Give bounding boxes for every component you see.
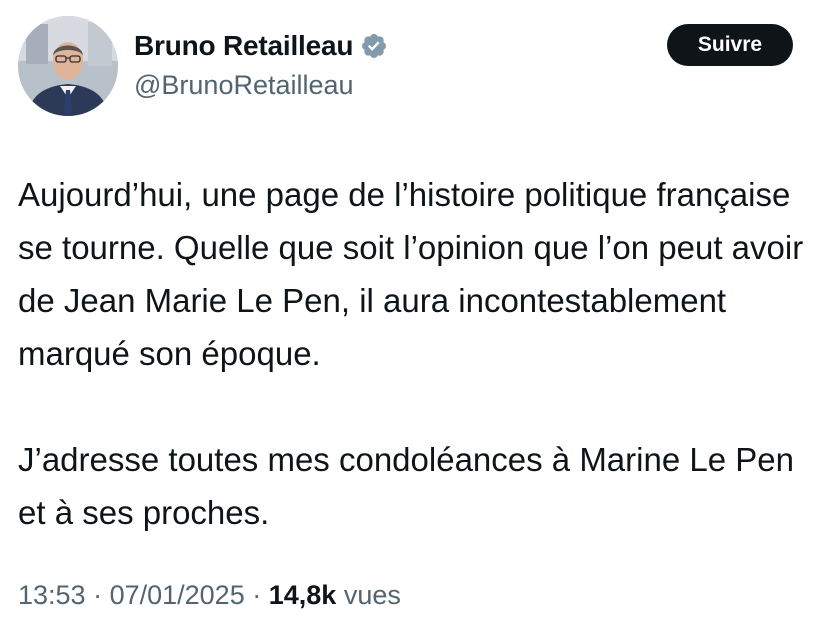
follow-button[interactable]: Suivre — [667, 24, 793, 66]
verified-badge-icon[interactable] — [360, 32, 388, 60]
views-count[interactable]: 14,8k — [269, 580, 337, 610]
tweet-paragraph: Aujourd’hui, une page de l’histoire poli… — [18, 176, 804, 372]
views-label: vues — [343, 580, 401, 610]
avatar-image — [18, 16, 118, 116]
tweet-time[interactable]: 13:53 — [18, 580, 86, 610]
author-handle[interactable]: @BrunoRetailleau — [134, 70, 354, 101]
tweet-text: Aujourd’hui, une page de l’histoire poli… — [18, 168, 808, 539]
meta-separator: · — [85, 580, 110, 610]
meta-separator: · — [244, 580, 269, 610]
tweet-paragraph: J’adresse toutes mes condoléances à Mari… — [18, 441, 794, 531]
author-display-name[interactable]: Bruno Retailleau — [134, 30, 353, 62]
author-name-row: Bruno Retailleau — [134, 26, 388, 66]
tweet-date[interactable]: 07/01/2025 — [110, 580, 245, 610]
tweet-meta: 13:53 · 07/01/2025 · 14,8k vues — [18, 580, 401, 611]
avatar[interactable] — [18, 16, 118, 116]
